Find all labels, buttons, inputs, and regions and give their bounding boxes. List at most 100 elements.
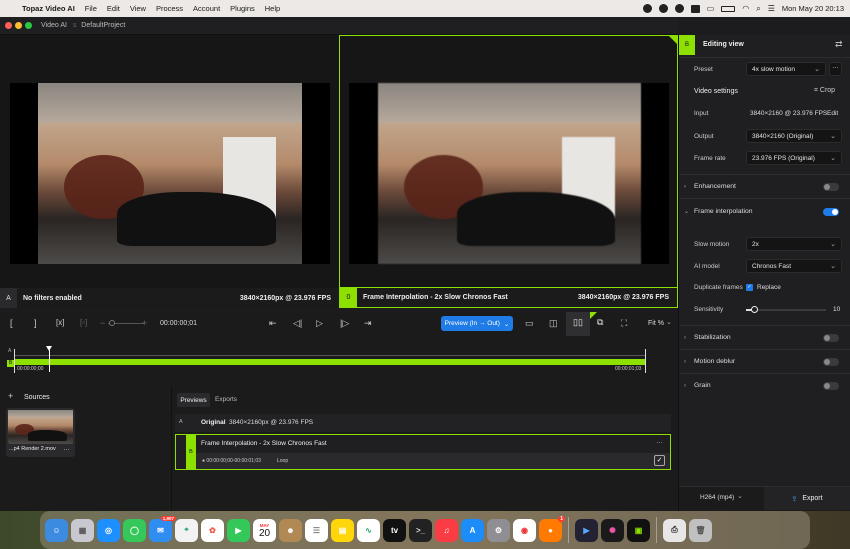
- skip-to-start-icon[interactable]: ⇤: [269, 318, 277, 329]
- timeline-range-bar[interactable]: [14, 359, 646, 365]
- set-out-point-button[interactable]: ]: [34, 318, 37, 328]
- chevron-right-icon[interactable]: ›: [684, 335, 686, 341]
- zoom-out-icon[interactable]: −: [100, 318, 105, 328]
- status-icon[interactable]: [642, 4, 652, 13]
- stabilization-toggle[interactable]: [823, 334, 839, 342]
- calendar-icon[interactable]: MAY 20: [253, 518, 276, 542]
- chevron-right-icon[interactable]: ›: [684, 383, 686, 389]
- swap-icon[interactable]: ⇄: [835, 39, 843, 50]
- range-start-handle[interactable]: [14, 349, 15, 373]
- menu-view[interactable]: View: [130, 4, 146, 13]
- range-end-handle[interactable]: [645, 349, 646, 373]
- split-view-icon[interactable]: ◫: [549, 318, 558, 329]
- terminal-icon[interactable]: >_: [409, 518, 432, 542]
- preview-pane-a[interactable]: [0, 35, 339, 288]
- sensitivity-slider-knob[interactable]: [751, 306, 758, 313]
- single-view-icon[interactable]: ▭: [525, 318, 534, 329]
- frame-interpolation-toggle[interactable]: [823, 208, 839, 216]
- freeform-icon[interactable]: ∿: [357, 518, 380, 542]
- notes-icon[interactable]: ▤: [331, 518, 354, 542]
- photos-icon[interactable]: ✿: [201, 518, 224, 542]
- enhancement-section[interactable]: Enhancement: [694, 183, 736, 190]
- project-name[interactable]: DefaultProject: [81, 22, 125, 29]
- grain-toggle[interactable]: [823, 382, 839, 390]
- clock[interactable]: Mon May 20 20:13: [782, 4, 844, 13]
- timeline[interactable]: A B 00:00:00;00 00:00:01;03: [0, 336, 678, 386]
- step-back-icon[interactable]: ◁|: [293, 318, 302, 329]
- launchpad-icon[interactable]: ▦: [71, 518, 94, 542]
- stabilization-section[interactable]: Stabilization: [694, 334, 731, 341]
- cloud-icon[interactable]: [674, 4, 684, 13]
- menu-edit[interactable]: Edit: [107, 4, 120, 13]
- preview-item-loop[interactable]: Loop: [277, 458, 288, 464]
- search-icon[interactable]: ⌕: [756, 4, 760, 14]
- davinci-resolve-icon[interactable]: ✺: [601, 518, 624, 542]
- motion-deblur-section[interactable]: Motion deblur: [694, 358, 735, 365]
- fullscreen-icon[interactable]: ⛶: [621, 318, 627, 329]
- more-icon[interactable]: …: [656, 438, 663, 445]
- tab-previews[interactable]: Previews: [177, 393, 210, 407]
- chevron-right-icon[interactable]: ›: [684, 359, 686, 365]
- play-icon[interactable]: ▷: [316, 318, 323, 329]
- framerate-dropdown[interactable]: 23.976 FPS (Original) ⌄: [746, 151, 842, 165]
- motion-deblur-toggle[interactable]: [823, 358, 839, 366]
- display-icon[interactable]: ▭: [707, 4, 715, 13]
- skip-to-end-icon[interactable]: ⇥: [364, 318, 372, 329]
- zoom-slider-knob[interactable]: [109, 320, 115, 326]
- crop-button[interactable]: ⌗ Crop: [814, 87, 835, 95]
- chevron-down-icon[interactable]: ⌄: [666, 318, 672, 326]
- chrome-icon[interactable]: ◉: [513, 518, 536, 542]
- control-center-icon[interactable]: ☰: [768, 4, 775, 13]
- step-forward-icon[interactable]: |▷: [340, 318, 349, 329]
- text-icon[interactable]: [690, 4, 700, 13]
- sensitivity-slider[interactable]: [746, 309, 826, 311]
- fit-dropdown[interactable]: Fit %: [648, 320, 664, 327]
- battery-icon[interactable]: [721, 5, 736, 12]
- codec-dropdown[interactable]: H264 (mp4): [700, 494, 734, 501]
- preset-more-icon[interactable]: …: [829, 62, 842, 76]
- contacts-icon[interactable]: ☻: [279, 518, 302, 542]
- menu-process[interactable]: Process: [156, 4, 183, 13]
- minimize-window-button[interactable]: [15, 22, 22, 29]
- reminders-icon[interactable]: ☰: [305, 518, 328, 542]
- finder-icon[interactable]: ☺: [45, 518, 68, 542]
- chevron-down-icon[interactable]: ⌄: [737, 492, 743, 500]
- app-store-icon[interactable]: A: [461, 518, 484, 542]
- menu-account[interactable]: Account: [193, 4, 220, 13]
- maps-icon[interactable]: ⌖: [175, 518, 198, 542]
- grid-view-button[interactable]: ⧉: [590, 312, 614, 336]
- preview-button[interactable]: Preview (In → Out) ⌄: [441, 316, 513, 331]
- trash-icon[interactable]: 🗑: [689, 518, 712, 542]
- clear-range-icon[interactable]: [x]: [56, 318, 64, 327]
- safari-icon[interactable]: ◎: [97, 518, 120, 542]
- close-window-button[interactable]: [5, 22, 12, 29]
- tab-exports[interactable]: Exports: [215, 396, 237, 403]
- export-button[interactable]: ⇪ Export: [764, 487, 850, 510]
- menu-plugins[interactable]: Plugins: [230, 4, 255, 13]
- grain-section[interactable]: Grain: [694, 382, 711, 389]
- original-row[interactable]: A Original 3840×2160px @ 23.976 FPS: [175, 414, 671, 432]
- menu-app-name[interactable]: Topaz Video AI: [22, 4, 75, 13]
- frame-interpolation-section[interactable]: Frame interpolation: [694, 208, 753, 215]
- chevron-down-icon[interactable]: ⌄: [684, 208, 689, 215]
- zoom-in-icon[interactable]: +: [142, 318, 147, 328]
- topaz-app-icon[interactable]: ▣: [627, 518, 650, 542]
- music-icon[interactable]: ♫: [435, 518, 458, 542]
- system-settings-icon[interactable]: ⚙: [487, 518, 510, 542]
- preview-pane-b[interactable]: [339, 35, 678, 288]
- downloads-icon[interactable]: ⎙: [663, 518, 686, 542]
- output-dropdown[interactable]: 3840×2160 (Original) ⌄: [746, 129, 842, 143]
- side-by-side-view-button[interactable]: ▯▯: [566, 312, 590, 336]
- preset-dropdown[interactable]: 4x slow motion ⌄: [746, 62, 826, 76]
- playhead-line[interactable]: [49, 350, 50, 372]
- slow-motion-dropdown[interactable]: 2x ⌄: [746, 237, 842, 251]
- more-icon[interactable]: …: [63, 445, 70, 452]
- mail-icon[interactable]: ✉ 1,907: [149, 515, 176, 542]
- ai-model-dropdown[interactable]: Chronos Fast ⌄: [746, 259, 842, 273]
- messages-icon[interactable]: ◯: [123, 518, 146, 542]
- wifi-icon[interactable]: ◠: [742, 4, 749, 13]
- zoom-window-button[interactable]: [25, 22, 32, 29]
- menu-file[interactable]: File: [85, 4, 97, 13]
- replace-checkbox[interactable]: ✓: [746, 284, 753, 291]
- source-clip-card[interactable]: ...p4 Render 2.mov …: [6, 408, 75, 457]
